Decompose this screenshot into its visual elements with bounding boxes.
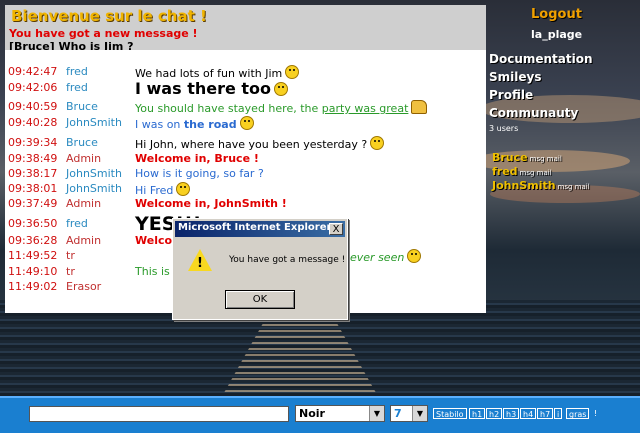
user-item-fred[interactable]: fred msg mail — [492, 165, 552, 178]
message-time: 09:38:17 — [8, 167, 58, 180]
message-time: 09:38:49 — [8, 152, 58, 165]
chat-row: 09:42:06 fred I was there too — [5, 79, 486, 101]
message-time: 11:49:10 — [8, 265, 58, 278]
chat-row: 09:38:17 JohnSmith How is it going, so f… — [5, 167, 486, 183]
message-text: Welcome in, JohnSmith ! — [135, 197, 287, 210]
message-time: 09:40:59 — [8, 100, 58, 113]
message-input[interactable] — [29, 406, 289, 422]
message-text: Welco — [135, 234, 173, 247]
message-nick[interactable]: JohnSmith — [66, 116, 122, 129]
alert-dialog: Microsoft Internet Explorer X ! You have… — [172, 218, 348, 320]
message-time: 11:49:52 — [8, 249, 58, 262]
user-item-johnsmith[interactable]: JohnSmith msg mail — [492, 179, 590, 192]
user-name[interactable]: Bruce — [492, 151, 528, 164]
message-nick[interactable]: Bruce — [66, 100, 98, 113]
menu-communauty[interactable]: Communauty — [489, 106, 578, 120]
format-exclaim-button[interactable]: ! — [592, 408, 599, 419]
user-item-bruce[interactable]: Bruce msg mail — [492, 151, 562, 164]
message-text: You should have stayed here, the — [135, 102, 322, 115]
close-icon[interactable]: X — [329, 223, 343, 235]
format-h1-button[interactable]: h1 — [469, 408, 486, 419]
message-time: 09:40:28 — [8, 116, 58, 129]
chat-row: 09:40:28 JohnSmith I was on the road — [5, 116, 486, 132]
smiley-icon — [407, 249, 422, 263]
user-name[interactable]: JohnSmith — [492, 179, 556, 192]
message-nick[interactable]: Admin — [66, 197, 101, 210]
message-text: How is it going, so far ? — [135, 167, 264, 180]
room-name: la_plage — [531, 28, 583, 41]
thumbs-up-icon — [411, 100, 428, 114]
color-select[interactable]: Noir ▼ — [295, 405, 385, 422]
message-link[interactable]: party was great — [322, 102, 409, 115]
chat-row: 09:39:34 Bruce Hi John, where have you b… — [5, 136, 486, 152]
sad-smiley-icon — [239, 116, 254, 130]
message-time: 09:36:28 — [8, 234, 58, 247]
message-time: 09:39:34 — [8, 136, 58, 149]
confused-smiley-icon — [370, 136, 385, 150]
message-text: This is — [135, 265, 170, 278]
ok-button[interactable]: OK — [225, 290, 295, 309]
format-h7-button[interactable]: h7 — [537, 408, 554, 419]
message-text: I was there too — [135, 79, 272, 98]
message-nick[interactable]: Admin — [66, 234, 101, 247]
message-text: Hi Fred — [135, 184, 174, 197]
page-title: Bienvenue sur le chat ! — [11, 7, 207, 25]
format-h2-button[interactable]: h2 — [486, 408, 503, 419]
color-select-value: Noir — [299, 407, 325, 420]
message-nick[interactable]: tr — [66, 265, 75, 278]
smiley-icon — [285, 65, 300, 79]
chevron-down-icon[interactable]: ▼ — [412, 406, 427, 421]
chat-header: Bienvenue sur le chat ! You have got a n… — [5, 5, 486, 53]
message-time: 09:42:47 — [8, 65, 58, 78]
message-time: 09:38:01 — [8, 182, 58, 195]
size-select-value: 7 — [394, 407, 402, 420]
dialog-title: Microsoft Internet Explorer — [178, 222, 332, 233]
message-bold: the road — [183, 118, 237, 131]
format-stabilo-button[interactable]: Stabilo — [433, 408, 467, 419]
input-toolbar: Noir ▼ 7 ▼ Stabilo h1 h2 h3 h4 h7 i gras… — [0, 396, 640, 433]
smiley-icon — [274, 82, 289, 96]
users-count: 3 users — [489, 124, 519, 133]
menu-documentation[interactable]: Documentation — [489, 52, 593, 66]
format-h3-button[interactable]: h3 — [503, 408, 520, 419]
logout-link[interactable]: Logout — [531, 7, 582, 22]
message-text: ever seen — [350, 251, 405, 264]
message-text: Hi John, where have you been yesterday ? — [135, 138, 368, 151]
message-nick[interactable]: fred — [66, 81, 88, 94]
menu-smileys[interactable]: Smileys — [489, 70, 541, 84]
message-time: 11:49:02 — [8, 280, 58, 293]
message-nick[interactable]: JohnSmith — [66, 182, 122, 195]
new-message-notice: You have got a new message ! — [9, 27, 198, 40]
message-nick[interactable]: tr — [66, 249, 75, 262]
format-h4-button[interactable]: h4 — [520, 408, 537, 419]
message-nick[interactable]: Bruce — [66, 136, 98, 149]
size-select[interactable]: 7 ▼ — [390, 405, 428, 422]
chat-row: 09:38:49 Admin Welcome in, Bruce ! — [5, 152, 486, 168]
message-nick[interactable]: Erasor — [66, 280, 101, 293]
user-actions[interactable]: msg mail — [530, 155, 562, 163]
sidebar: Logout la_plage Documentation Smileys Pr… — [489, 0, 640, 395]
chat-row: 09:40:59 Bruce You should have stayed he… — [5, 100, 486, 116]
message-text: I was on — [135, 118, 184, 131]
chat-row: 09:37:49 Admin Welcome in, JohnSmith ! — [5, 197, 486, 213]
message-nick[interactable]: fred — [66, 65, 88, 78]
chevron-down-icon[interactable]: ▼ — [369, 406, 384, 421]
smiley-icon — [176, 182, 191, 196]
message-time: 09:37:49 — [8, 197, 58, 210]
format-bold-button[interactable]: gras — [566, 408, 590, 419]
dialog-titlebar[interactable]: Microsoft Internet Explorer X — [175, 221, 345, 237]
menu-profile[interactable]: Profile — [489, 88, 533, 102]
message-nick[interactable]: Admin — [66, 152, 101, 165]
message-time: 09:36:50 — [8, 217, 58, 230]
message-time: 09:42:06 — [8, 81, 58, 94]
dialog-message: You have got a message ! — [229, 255, 346, 265]
message-text: Welcome in, Bruce ! — [135, 152, 259, 165]
user-actions[interactable]: msg mail — [558, 183, 590, 191]
user-actions[interactable]: msg mail — [520, 169, 552, 177]
user-name[interactable]: fred — [492, 165, 518, 178]
format-italic-button[interactable]: i — [554, 408, 563, 419]
message-nick[interactable]: JohnSmith — [66, 167, 122, 180]
chat-row: 09:38:01 JohnSmith Hi Fred — [5, 182, 486, 198]
message-nick[interactable]: fred — [66, 217, 88, 230]
